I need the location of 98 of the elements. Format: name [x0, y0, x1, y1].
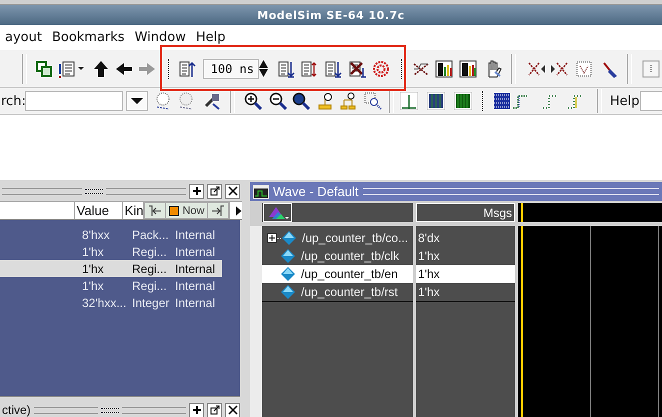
spin-up-icon[interactable] [259, 60, 268, 68]
undock-button[interactable] [207, 402, 222, 417]
bar-chart-m-icon[interactable] [459, 60, 477, 78]
window-title: ModelSim SE-64 10.7c [257, 8, 405, 22]
undock-icon [210, 186, 220, 196]
signal-value: 8'dx [418, 231, 440, 245]
add-button[interactable] [189, 184, 204, 198]
signal-value: 1'hx [418, 285, 440, 299]
signal-name[interactable]: /up_counter_tb/clk [301, 249, 400, 263]
checker-icon[interactable] [492, 92, 511, 110]
signal-name[interactable]: /up_counter_tb/rst [301, 285, 398, 299]
table-cell-text: 1'hx [82, 278, 105, 292]
find-faded-icon[interactable] [176, 92, 195, 110]
single-wave-icon[interactable] [400, 92, 418, 110]
document-updown-arrow-icon[interactable] [300, 60, 318, 78]
close-button[interactable] [225, 184, 240, 198]
signal-name[interactable]: /up_counter_tb/co... [302, 231, 408, 245]
signal-value: 1'hx [418, 249, 440, 263]
down-triangle-icon[interactable] [130, 97, 144, 105]
dotted-document-icon[interactable] [575, 60, 593, 78]
pencil-icon[interactable] [601, 60, 619, 78]
next-button[interactable] [208, 203, 230, 218]
previous-button[interactable] [145, 203, 166, 218]
jump-right-icon [211, 204, 226, 216]
list-icon[interactable] [58, 60, 76, 78]
column-header: Msgs [483, 206, 512, 220]
document-cross-icon[interactable] [348, 60, 366, 78]
double-marker-icon[interactable] [338, 92, 357, 110]
diamond-icon [281, 249, 295, 263]
document-down-arrow-icon[interactable] [324, 60, 342, 78]
now-button[interactable]: Now [166, 203, 208, 218]
square-icon [169, 206, 180, 216]
table-cell: Internal [175, 228, 216, 242]
table-cell-text: Integer [132, 296, 170, 310]
linked-squares-icon[interactable] [35, 60, 53, 78]
jump-left-icon [148, 204, 162, 216]
marker-zoom-icon[interactable] [316, 92, 334, 110]
close-icon [228, 186, 238, 196]
scroll-right-icon[interactable] [236, 206, 242, 216]
dropdown-button[interactable] [126, 91, 148, 111]
plus-icon [192, 186, 202, 196]
zoom-full-icon[interactable] [292, 92, 310, 110]
expand-button[interactable] [267, 233, 277, 243]
menu-item[interactable]: ayout [0, 30, 47, 45]
tools-icon[interactable] [202, 92, 221, 110]
column-header[interactable]: Value [74, 202, 123, 219]
dense-bars-icon[interactable] [454, 92, 472, 110]
table-cell: Internal [175, 244, 216, 258]
undock-button[interactable] [207, 184, 222, 198]
table-cell-text: 32'hxx... [82, 296, 128, 310]
table-cell-text: 8'hxx [82, 228, 111, 242]
table-cell-text: 1'hx [82, 262, 105, 276]
dotted-circle-icon[interactable] [372, 60, 390, 78]
cross-left-arrow-icon[interactable] [528, 60, 546, 78]
table-cell-text: 1'hx [82, 244, 105, 258]
table-cell: Internal [175, 296, 216, 310]
menu-item[interactable]: Window [130, 30, 191, 45]
title-bar-grip[interactable] [362, 188, 659, 195]
up-arrow-icon[interactable] [92, 60, 110, 78]
document-down-arrow-icon[interactable] [277, 60, 295, 78]
table-cell: Internal [175, 278, 216, 292]
close-button[interactable] [225, 402, 240, 417]
close-icon [228, 405, 238, 415]
time-field[interactable]: 100 ns [203, 58, 259, 78]
striped-bars-icon[interactable] [426, 92, 445, 110]
table-cell-text: Regi... [132, 244, 168, 258]
document-up-arrow-icon[interactable] [178, 60, 196, 78]
cursor-line [521, 203, 523, 222]
table-cell-text: Pack... [132, 228, 170, 242]
menu-item[interactable]: Help [190, 30, 230, 45]
colors-button[interactable] [263, 203, 292, 222]
table-cell-text: Regi... [132, 278, 168, 292]
table-cell-text: Regi... [132, 262, 168, 276]
signal-value: 1'hx [418, 267, 440, 281]
panel-title: ctive) [2, 403, 31, 417]
zoom-select-icon[interactable] [364, 92, 382, 110]
wave-window-icon [253, 184, 269, 198]
plus-icon [192, 405, 202, 415]
cross-right-arrow-icon[interactable] [550, 60, 568, 78]
menu-item[interactable]: Bookmarks [46, 30, 130, 45]
table-cell: Internal [175, 262, 216, 276]
add-button[interactable] [189, 402, 204, 417]
zoom-out-icon[interactable] [268, 92, 287, 110]
square-button-icon[interactable] [642, 60, 660, 78]
help-field[interactable] [640, 91, 662, 111]
diamond-icon [282, 231, 296, 245]
diamond-icon [281, 285, 295, 299]
find-dotted-icon[interactable] [154, 92, 172, 110]
help-label: Help [610, 94, 640, 108]
zoom-in-icon[interactable] [244, 92, 262, 110]
undock-icon [210, 405, 220, 415]
search-label: rch: [1, 94, 26, 108]
spin-down-icon[interactable] [259, 69, 268, 77]
window-title: Wave - Default [273, 184, 358, 199]
search-field[interactable] [24, 91, 123, 111]
caret-icon[interactable] [78, 67, 84, 70]
diamond-icon [281, 267, 295, 281]
bar-chart-p-icon[interactable] [435, 60, 453, 78]
